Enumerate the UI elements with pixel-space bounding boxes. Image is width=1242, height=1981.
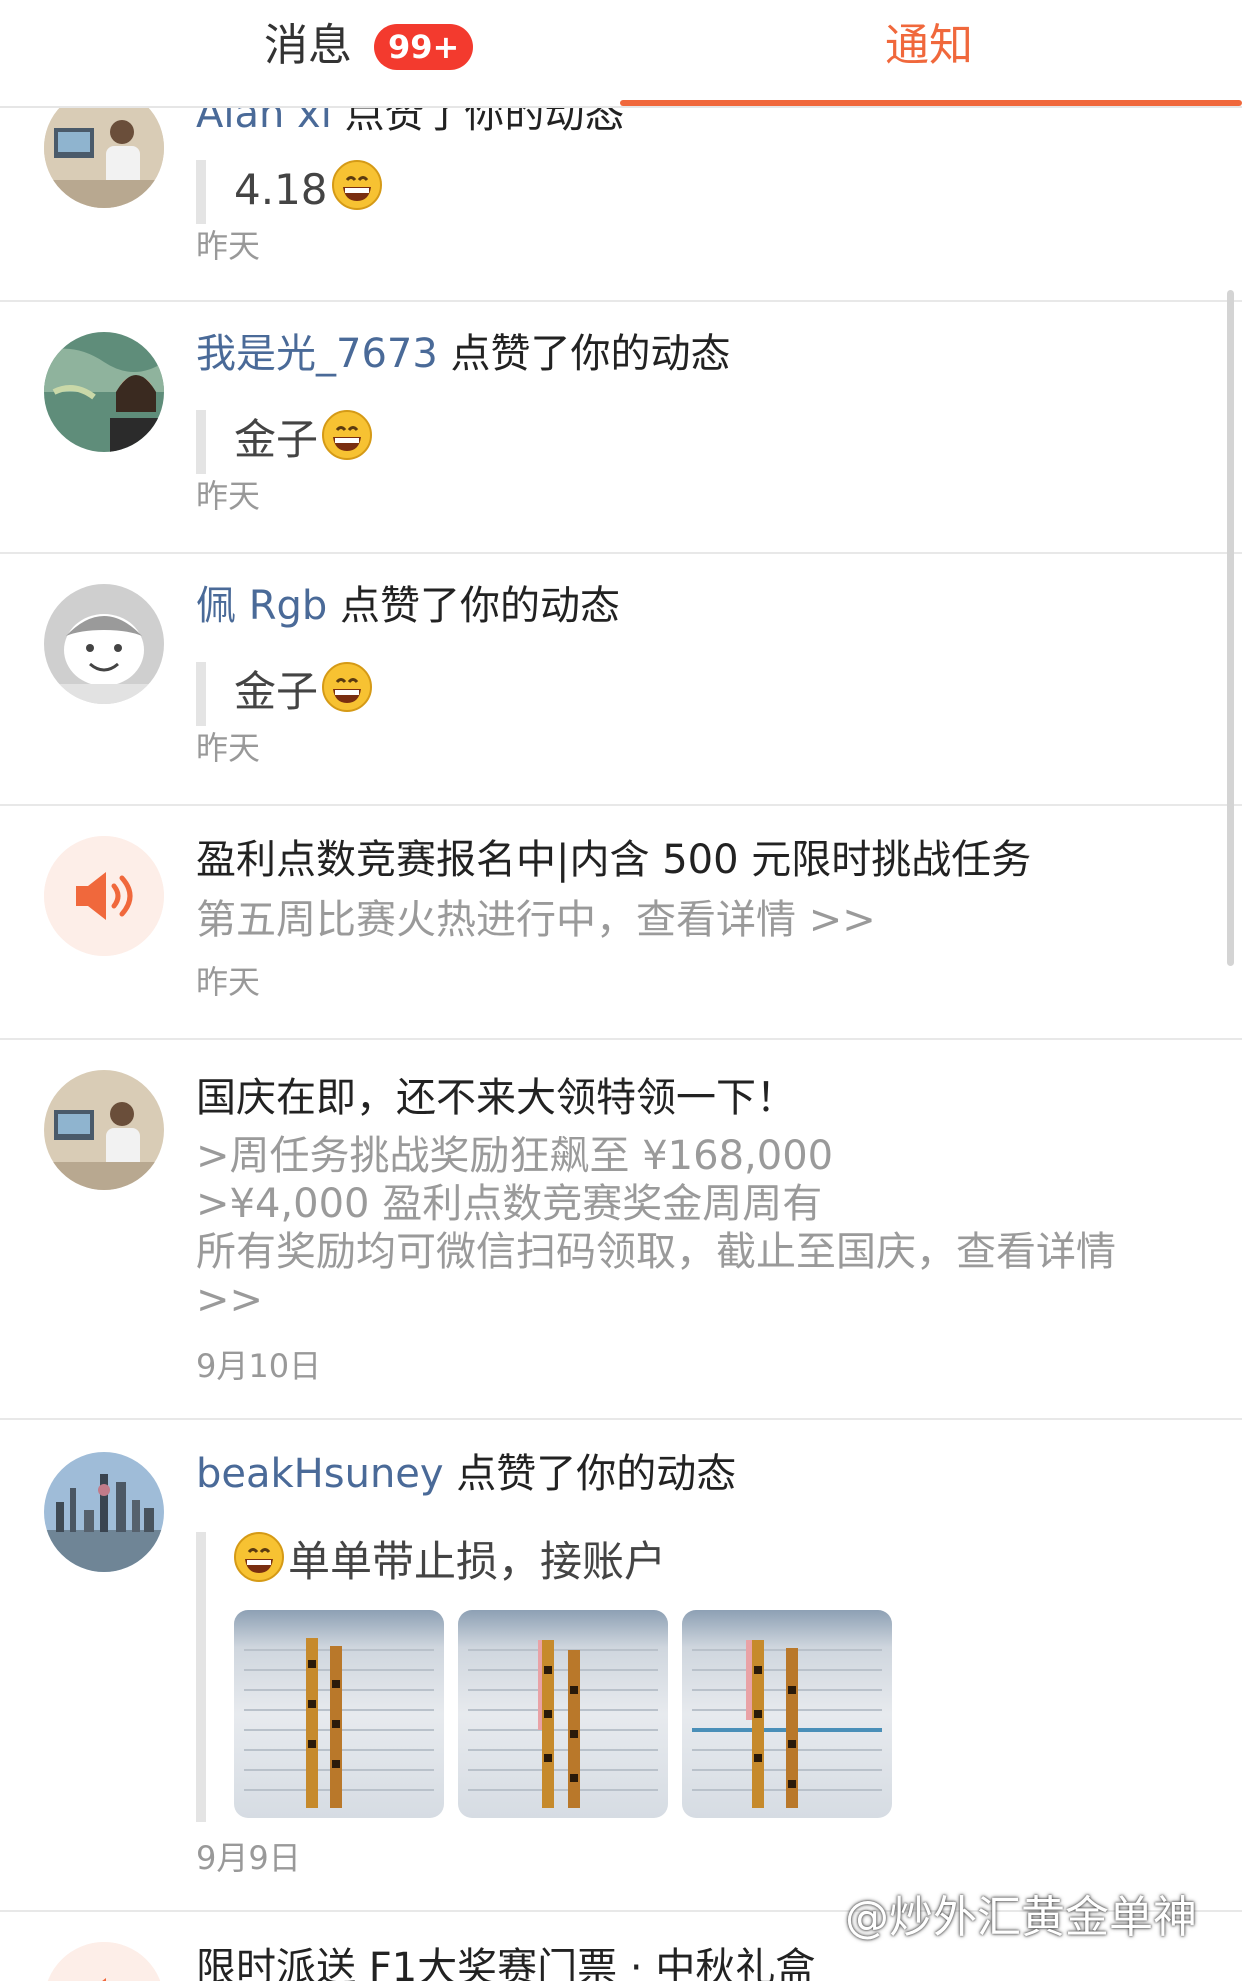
notification-item[interactable]: beakHsuney 点赞了你的动态 单单带止损，接账户 9月9日	[0, 1420, 1242, 1912]
grinning-emoji-icon	[322, 410, 373, 474]
unread-badge: 99+	[374, 24, 474, 70]
image-thumbnail[interactable]	[234, 1610, 444, 1818]
announcement-avatar	[44, 1942, 164, 1981]
active-tab-indicator	[620, 100, 1242, 106]
username-link[interactable]: 佩 Rgb	[196, 583, 327, 629]
grinning-emoji-icon	[234, 1532, 284, 1596]
quoted-post[interactable]: 单单带止损，接账户	[196, 1532, 926, 1822]
promo-line[interactable]: >>	[196, 1276, 263, 1324]
timestamp: 昨天	[196, 477, 261, 515]
avatar[interactable]	[44, 332, 164, 452]
avatar[interactable]	[44, 1070, 164, 1190]
notification-item[interactable]: 佩 Rgb 点赞了你的动态 金子 昨天	[0, 554, 1242, 806]
speaker-icon	[47, 1942, 161, 1981]
promo-line: >¥4,000 盈利点数竞赛奖金周周有	[196, 1181, 823, 1227]
quoted-post[interactable]: 金子	[196, 410, 373, 474]
tab-messages[interactable]: 消息	[264, 14, 352, 78]
avatar[interactable]	[44, 1452, 164, 1572]
promo-title: 国庆在即，还不来大领特领一下！	[196, 1075, 796, 1121]
notification-item[interactable]: 我是光_7673 点赞了你的动态 金子 昨天	[0, 302, 1242, 554]
notification-headline: 佩 Rgb 点赞了你的动态	[196, 583, 621, 629]
promo-line[interactable]: 所有奖励均可微信扫码领取，截止至国庆，查看详情	[196, 1228, 1116, 1276]
timestamp: 9月10日	[196, 1347, 322, 1385]
promo-item[interactable]: 国庆在即，还不来大领特领一下！ >周任务挑战奖励狂飙至 ¥168,000 >¥4…	[0, 1040, 1242, 1420]
timestamp: 昨天	[196, 963, 261, 1001]
timestamp: 9月9日	[196, 1839, 301, 1877]
quoted-post[interactable]: 金子	[196, 662, 373, 726]
announcement-subtitle[interactable]: 第五周比赛火热进行中，查看详情 >>	[196, 896, 876, 944]
image-thumbnail[interactable]	[458, 1610, 668, 1818]
timestamp: 昨天	[196, 729, 261, 767]
tab-notifications[interactable]: 通知	[885, 14, 973, 78]
announcement-item[interactable]: 盈利点数竞赛报名中|内含 500 元限时挑战任务 第五周比赛火热进行中，查看详情…	[0, 806, 1242, 1040]
speaker-icon	[44, 836, 164, 956]
avatar[interactable]	[44, 584, 164, 704]
image-thumbnail[interactable]	[682, 1610, 892, 1818]
announcement-title: 限时派送 F1大奖赛门票 · 中秋礼盒	[196, 1945, 816, 1981]
announcement-title: 盈利点数竞赛报名中|内含 500 元限时挑战任务	[196, 837, 1032, 883]
promo-line: >周任务挑战奖励狂飙至 ¥168,000	[196, 1133, 834, 1179]
timestamp: 昨天	[196, 227, 261, 265]
quoted-post[interactable]: 4.18	[196, 160, 382, 224]
notification-headline: beakHsuney 点赞了你的动态	[196, 1451, 737, 1497]
grinning-emoji-icon	[322, 662, 373, 726]
grinning-emoji-icon	[331, 160, 382, 224]
tab-bar: 消息 99+ 通知	[0, 0, 1242, 108]
scrollbar[interactable]	[1227, 290, 1234, 966]
username-link[interactable]: beakHsuney	[196, 1451, 444, 1497]
username-link[interactable]: 我是光_7673	[196, 331, 438, 377]
notification-headline: 我是光_7673 点赞了你的动态	[196, 331, 731, 377]
watermark: @炒外汇黄金单神	[845, 1892, 1197, 1943]
announcement-avatar	[44, 836, 164, 956]
